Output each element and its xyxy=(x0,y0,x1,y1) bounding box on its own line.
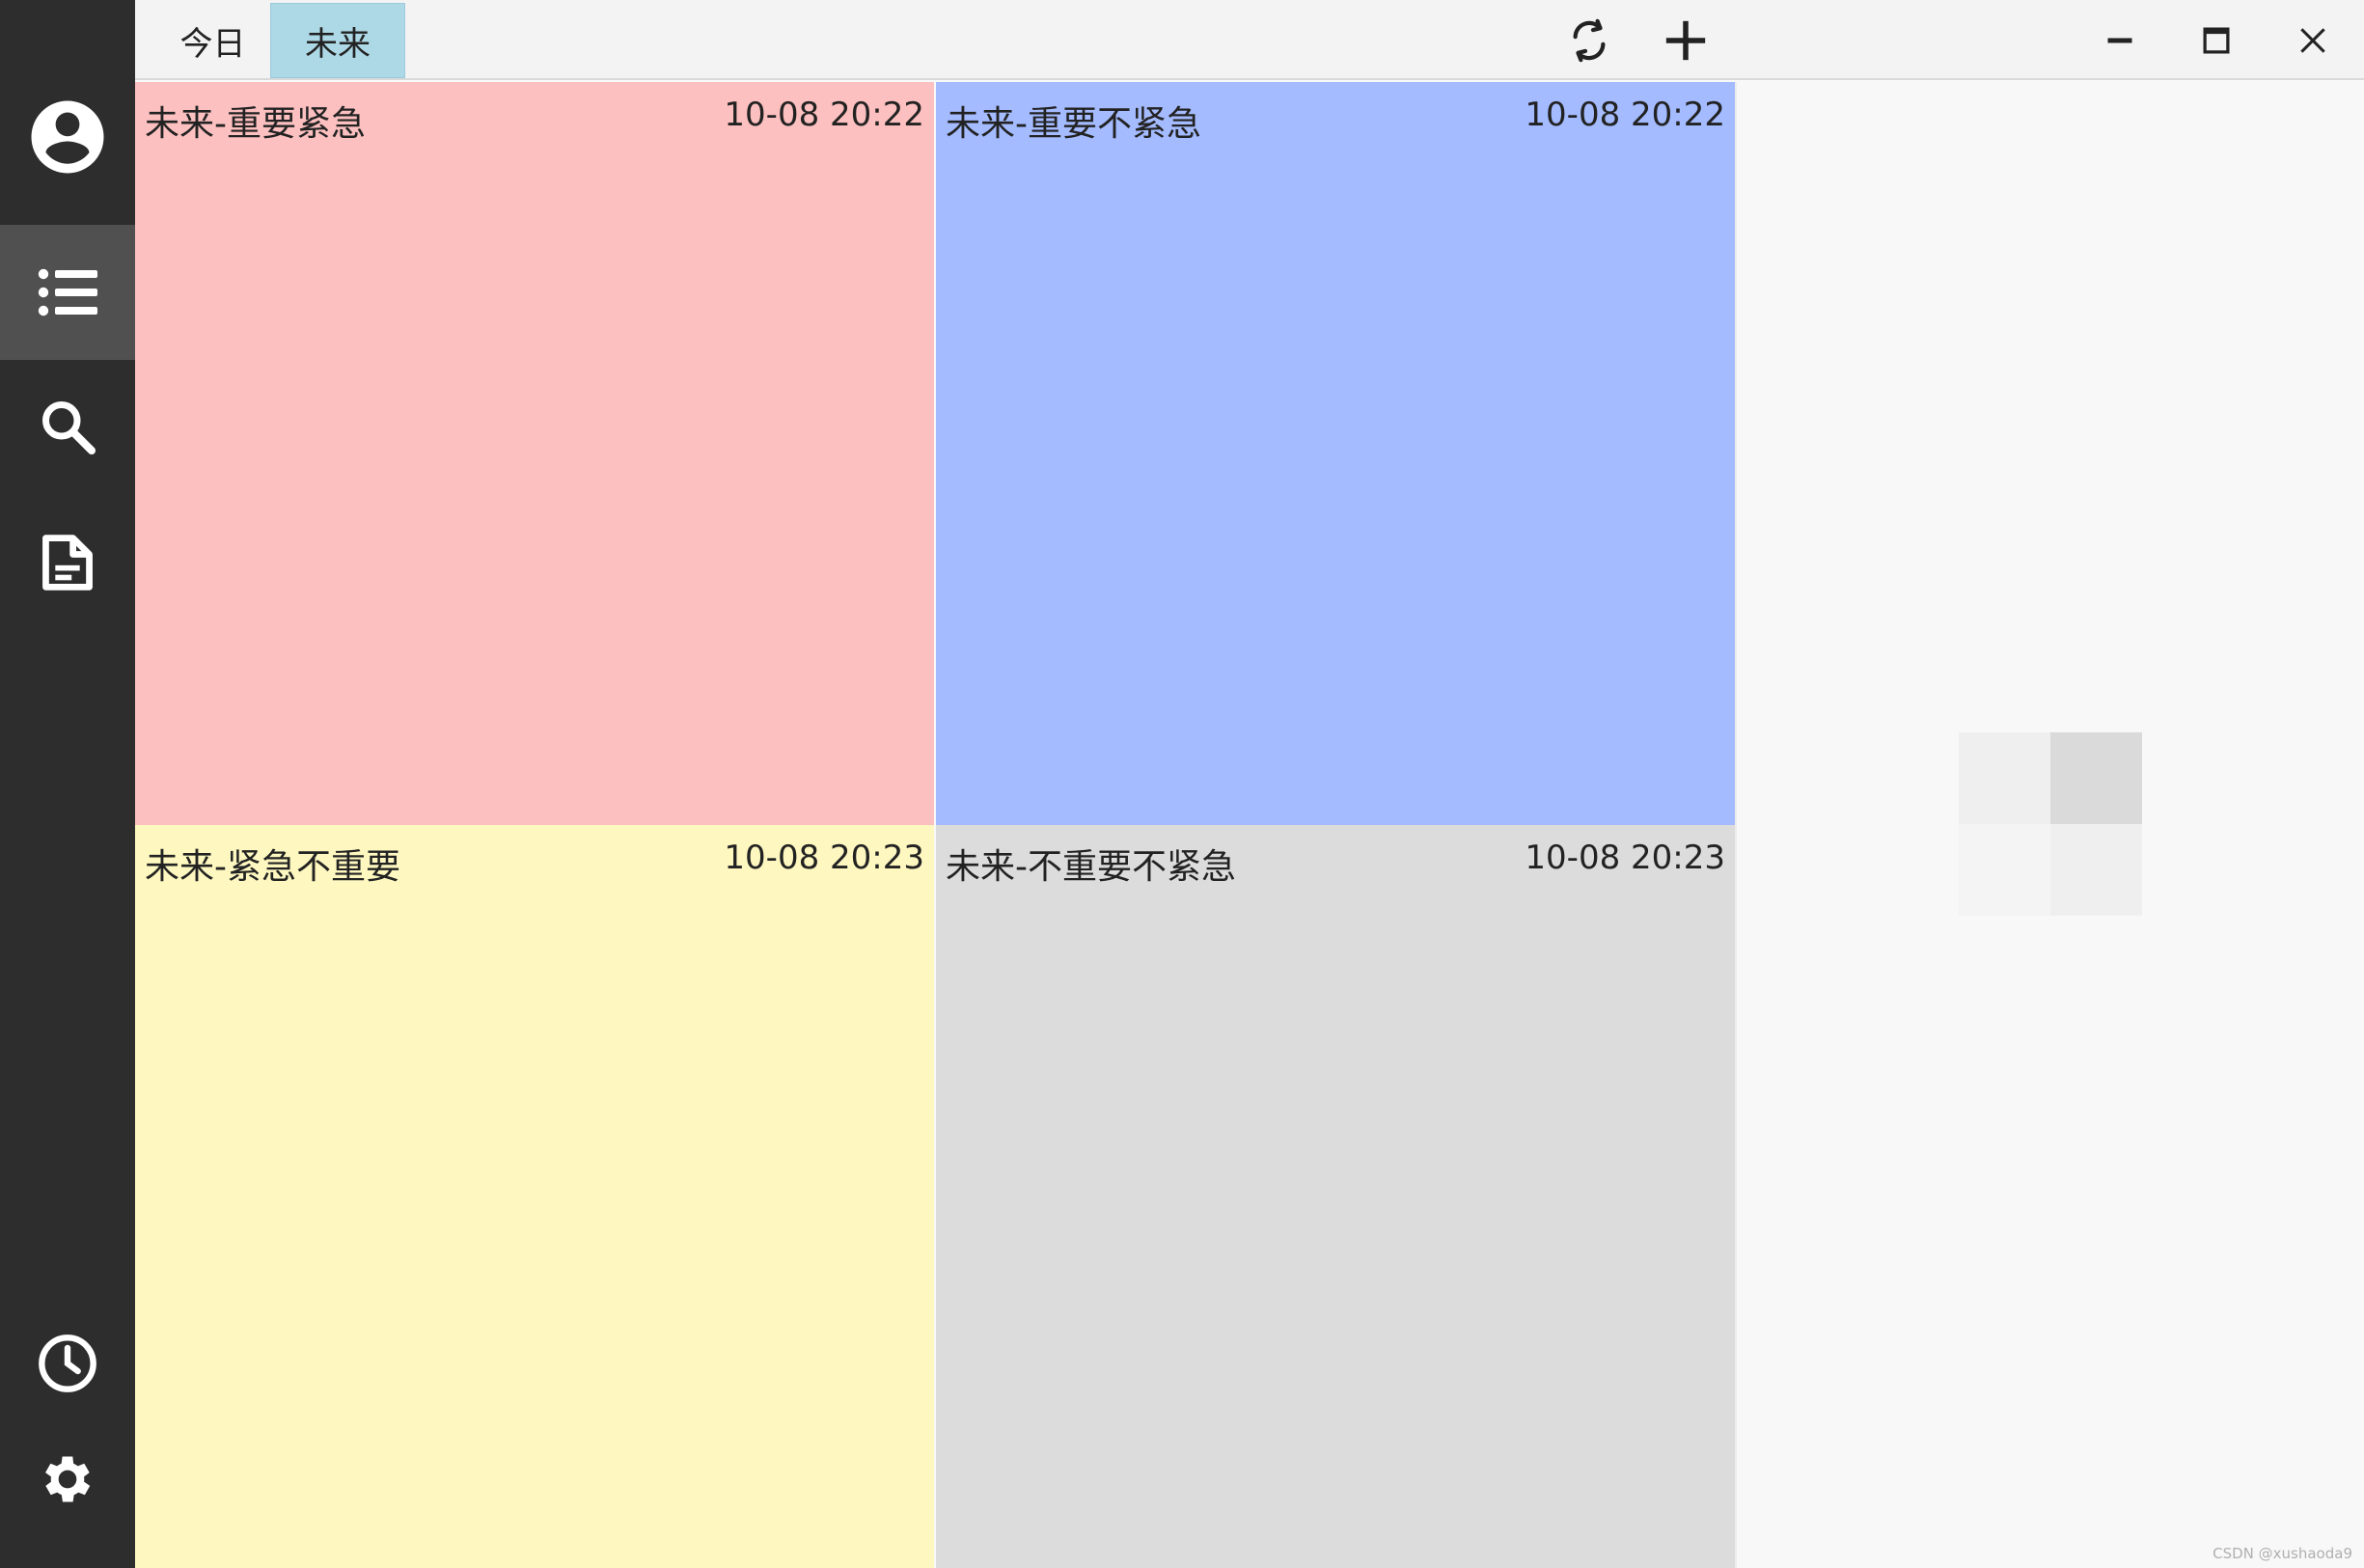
sidebar xyxy=(0,0,135,1568)
refresh-icon xyxy=(1573,18,1606,62)
account-icon xyxy=(31,100,104,174)
maximize-button[interactable] xyxy=(2168,0,2265,80)
clock-icon xyxy=(39,1334,96,1392)
maximize-icon xyxy=(2203,27,2230,53)
minimize-button[interactable] xyxy=(2072,0,2168,80)
document-icon xyxy=(42,535,93,591)
quadrant-not-important-not-urgent[interactable]: 未来-不重要不紧急 10-08 20:23 xyxy=(936,825,1735,1568)
quadrant-time: 10-08 20:23 xyxy=(1525,839,1725,877)
watermark: CSDN @xushaoda9 xyxy=(2213,1545,2352,1562)
quadrant-time: 10-08 20:22 xyxy=(724,96,924,134)
app-window: 今日 未来 未来-重要紧急 10-08 20:22 未来-重要不紧急 10-08… xyxy=(0,0,2364,1568)
sidebar-item-document[interactable] xyxy=(0,495,135,630)
sidebar-item-account[interactable] xyxy=(0,69,135,205)
quadrant-time: 10-08 20:22 xyxy=(1525,96,1725,134)
sidebar-item-history[interactable] xyxy=(0,1296,135,1431)
quadrant-important-urgent[interactable]: 未来-重要紧急 10-08 20:22 xyxy=(135,82,934,825)
add-icon xyxy=(1665,20,1706,60)
top-bar: 今日 未来 xyxy=(135,0,2364,80)
quadrant-title: 未来-重要紧急 xyxy=(145,104,366,144)
refresh-button[interactable] xyxy=(1541,0,1637,80)
close-button[interactable] xyxy=(2265,0,2361,80)
sidebar-item-settings[interactable] xyxy=(0,1412,135,1547)
quadrant-title: 未来-紧急不重要 xyxy=(145,847,400,887)
quadrant-time: 10-08 20:23 xyxy=(724,839,924,877)
search-icon xyxy=(42,401,96,454)
quadrant-urgent-not-important[interactable]: 未来-紧急不重要 10-08 20:23 xyxy=(135,825,934,1568)
sidebar-item-list[interactable] xyxy=(0,225,135,360)
minimize-icon xyxy=(2107,38,2132,42)
add-button[interactable] xyxy=(1637,0,1734,80)
loading-placeholder xyxy=(1959,732,2142,916)
close-icon xyxy=(2300,27,2325,53)
quadrant-title: 未来-重要不紧急 xyxy=(946,104,1201,144)
gear-icon xyxy=(45,1456,91,1502)
detail-panel xyxy=(1735,82,2364,1568)
tab-today[interactable]: 今日 xyxy=(152,3,273,78)
sidebar-item-search[interactable] xyxy=(0,359,135,494)
tab-future[interactable]: 未来 xyxy=(270,3,405,78)
quadrant-title: 未来-不重要不紧急 xyxy=(946,847,1236,887)
quadrant-important-not-urgent[interactable]: 未来-重要不紧急 10-08 20:22 xyxy=(936,82,1735,825)
list-icon xyxy=(38,268,97,316)
